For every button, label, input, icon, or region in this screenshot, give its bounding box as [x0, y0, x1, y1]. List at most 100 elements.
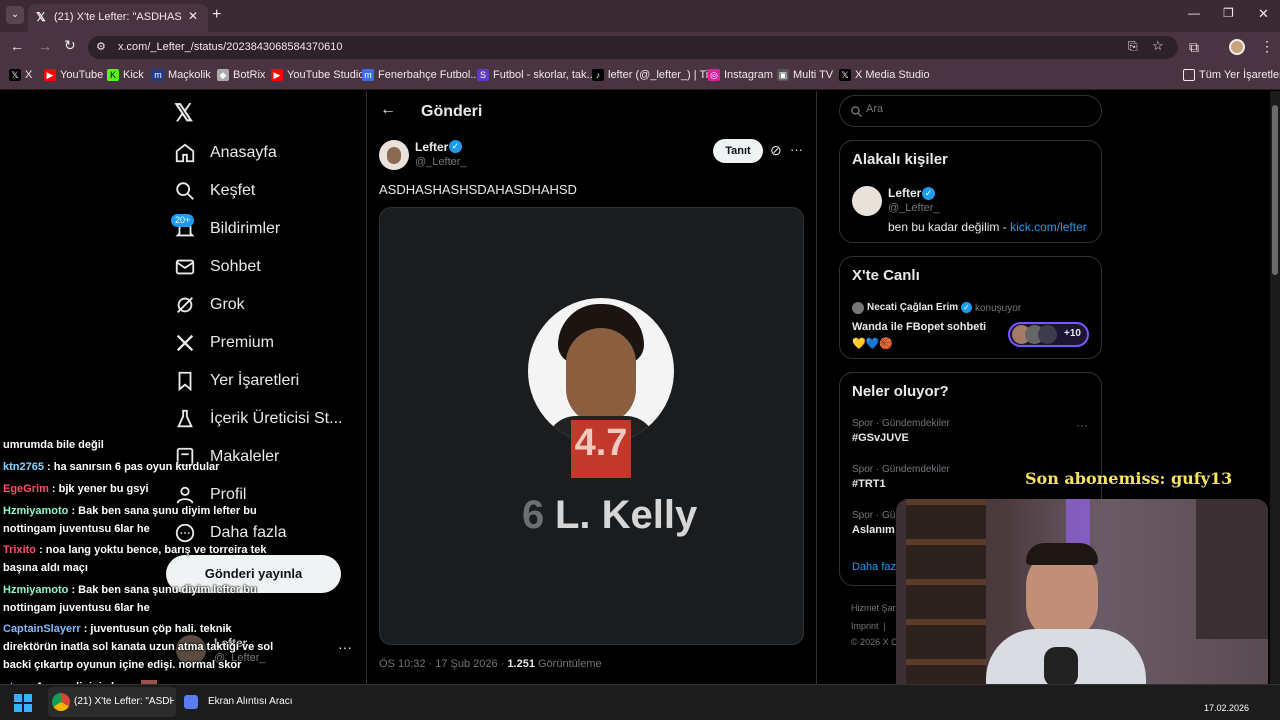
promote-button[interactable]: Tanıt	[713, 139, 763, 163]
chat-line: Hzmiyamoto : Bak ben sana şunu diyim lef…	[3, 581, 257, 599]
nav-messages[interactable]: Sohbet	[174, 256, 261, 278]
chat-line: Trixito : noa lang yoktu bence, barış ve…	[3, 541, 266, 559]
chat-line: ktn2765 : ha sanırsın 6 pas oyun kurdula…	[3, 458, 219, 476]
live-topic[interactable]: Wanda ile FBopet sohbeti	[852, 321, 986, 333]
bookmark-x-media-studio[interactable]: 𝕏X Media Studio	[839, 69, 930, 81]
chat-msg: nottingam juventusu 6lar he	[3, 602, 150, 614]
taskbar: (21) X'te Lefter: "ASDHA Ekran Alıntısı …	[0, 684, 1280, 720]
taskbar-chrome[interactable]: (21) X'te Lefter: "ASDHA	[48, 687, 176, 717]
profile-avatar[interactable]	[1229, 39, 1245, 55]
chat-msg: : ha sanırsın 6 pas oyun kurdular	[43, 461, 220, 473]
chat-line: nottingam juventusu 6lar he	[3, 520, 150, 538]
forward-icon[interactable]: →	[38, 38, 52, 54]
post-time[interactable]: ÖS 10:32 · 17 Şub 2026 ·	[379, 658, 507, 670]
relevant-bio-link[interactable]: kick.com/lefter	[1010, 220, 1087, 234]
author-avatar[interactable]	[379, 140, 409, 170]
nav-premium[interactable]: Premium	[174, 332, 274, 354]
folder-icon	[1183, 69, 1195, 81]
flask-icon	[177, 409, 193, 428]
chat-msg: direktörün inatla sol kanata uzun atma t…	[3, 641, 274, 653]
install-icon[interactable]: ⎘	[1128, 39, 1138, 54]
x-premium-icon	[176, 334, 194, 352]
restore-icon[interactable]: ❐	[1223, 6, 1234, 20]
nav-home[interactable]: Anasayfa	[174, 142, 277, 164]
live-listeners[interactable]: +10	[1008, 322, 1089, 347]
search-box[interactable]	[839, 95, 1102, 127]
relevant-bio-text: ben bu kadar değilim -	[888, 220, 1011, 234]
bookmark-star-icon[interactable]: ☆	[1152, 38, 1164, 54]
player-face	[566, 328, 636, 424]
scrollbar-thumb[interactable]	[1272, 105, 1278, 275]
extensions-icon[interactable]: ⧉	[1189, 39, 1199, 56]
relevant-avatar[interactable]	[852, 186, 882, 216]
fenerbahce-icon: m	[362, 69, 374, 81]
bookmark-youtube-studio[interactable]: ▶ YouTube Studio	[271, 69, 364, 81]
tiktok-icon: ♪	[592, 69, 604, 81]
youtube-icon: ▶	[44, 69, 56, 81]
footer-terms[interactable]: Hizmet Şart	[851, 603, 898, 613]
back-icon[interactable]: ←	[10, 38, 24, 54]
menu-icon[interactable]: ⋮	[1260, 38, 1274, 55]
sub-banner: Son abonemiss: gufy13	[1025, 469, 1233, 488]
reload-icon[interactable]: ↻	[64, 37, 76, 54]
bookmark-tiktok[interactable]: ♪ lefter (@_lefter_) | Ti...	[592, 69, 717, 81]
all-bookmarks[interactable]: Tüm Yer İşaretleri	[1183, 69, 1280, 81]
bookmark-kick[interactable]: K Kick	[107, 69, 144, 81]
x-logo-icon: 𝕏	[36, 10, 46, 24]
nav-grok[interactable]: Grok	[174, 294, 245, 316]
bookmark-instagram[interactable]: ◎ Instagram	[708, 69, 773, 81]
grok-action-icon[interactable]: ⊘	[770, 142, 782, 159]
taskbar-snipping[interactable]: Ekran Alıntısı Aracı	[182, 687, 292, 717]
url-text[interactable]: x.com/_Lefter_/status/202384306858437061…	[118, 41, 342, 53]
chat-user: EgeGrim	[3, 483, 49, 495]
post-image[interactable]: 4.7 6 L. Kelly	[379, 207, 804, 645]
window-close-icon[interactable]: ✕	[1258, 6, 1269, 22]
nav-bookmarks[interactable]: Yer İşaretleri	[174, 370, 299, 392]
chat-user: ktn2765	[3, 461, 44, 473]
chat-msg: : noa lang yoktu bence, barış ve torreir…	[36, 544, 267, 556]
back-arrow-icon[interactable]: ←	[380, 101, 396, 119]
chat-msg: backi çıkartıp oyunun içine edişi. norma…	[3, 659, 242, 671]
bookmark-multitv[interactable]: ▣ Multi TV	[777, 69, 833, 81]
post-more-icon[interactable]: ···	[790, 142, 803, 157]
page-scrollbar[interactable]	[1270, 91, 1280, 684]
divider-left	[366, 91, 367, 684]
live-host-avatar	[852, 302, 864, 314]
bookmark-futbol[interactable]: S Futbol - skorlar, tak...	[477, 69, 596, 81]
bookmark-fenerbahce[interactable]: m Fenerbahçe Futbol...	[362, 69, 480, 81]
minimize-icon[interactable]: —	[1188, 6, 1200, 20]
bookmark-x[interactable]: 𝕏X	[9, 69, 32, 81]
site-info-icon[interactable]: ⚙	[96, 40, 106, 53]
bookmark-mackolik[interactable]: m Maçkolik	[152, 69, 211, 81]
x-home-logo-icon[interactable]: 𝕏	[174, 99, 193, 128]
bookmark-youtube[interactable]: ▶ YouTube	[44, 69, 103, 81]
new-tab-icon[interactable]: +	[212, 6, 221, 24]
active-tab[interactable]: 𝕏 (21) X'te Lefter: "ASDHASHASHS ✕	[28, 4, 208, 32]
bookmark-icon	[178, 371, 192, 392]
author-name[interactable]: Lefter	[415, 140, 448, 154]
x-icon: 𝕏	[9, 69, 21, 81]
nav-label: Grok	[210, 296, 245, 313]
trend-more-icon[interactable]: ···	[1076, 418, 1088, 432]
author-handle[interactable]: @_Lefter_	[415, 156, 467, 168]
live-host[interactable]: Necati Çağlan Erim	[867, 302, 958, 313]
nav-explore[interactable]: Keşfet	[174, 180, 255, 202]
taskbar-date[interactable]: 17.02.2026	[1204, 703, 1249, 713]
nav-label: Anasayfa	[210, 144, 277, 161]
bookmark-botrix[interactable]: ◆ BotRix	[217, 69, 265, 81]
footer-imprint[interactable]: Imprint |	[851, 621, 886, 631]
chat-line: umrumda bile değil	[3, 436, 104, 454]
start-icon[interactable]	[14, 694, 32, 712]
search-icon	[851, 106, 862, 117]
mackolik-icon: m	[152, 69, 164, 81]
trend-item[interactable]: Spor · Gündemdekiler #GSvJUVE ···	[852, 418, 1092, 444]
tab-close-icon[interactable]: ✕	[188, 9, 198, 23]
address-bar[interactable]: ⚙ x.com/_Lefter_/status/2023843068584370…	[88, 36, 1178, 59]
chat-msg: : juventusun çöp hali. teknik	[80, 623, 232, 635]
listener-count: +10	[1064, 328, 1081, 339]
snipping-tool-icon	[184, 695, 198, 709]
nav-creator-studio[interactable]: İçerik Üreticisi St...	[174, 408, 342, 430]
tab-list-button[interactable]: ⌄	[6, 6, 24, 24]
relevant-name[interactable]: Lefter	[888, 186, 921, 200]
search-input[interactable]	[866, 103, 1086, 115]
